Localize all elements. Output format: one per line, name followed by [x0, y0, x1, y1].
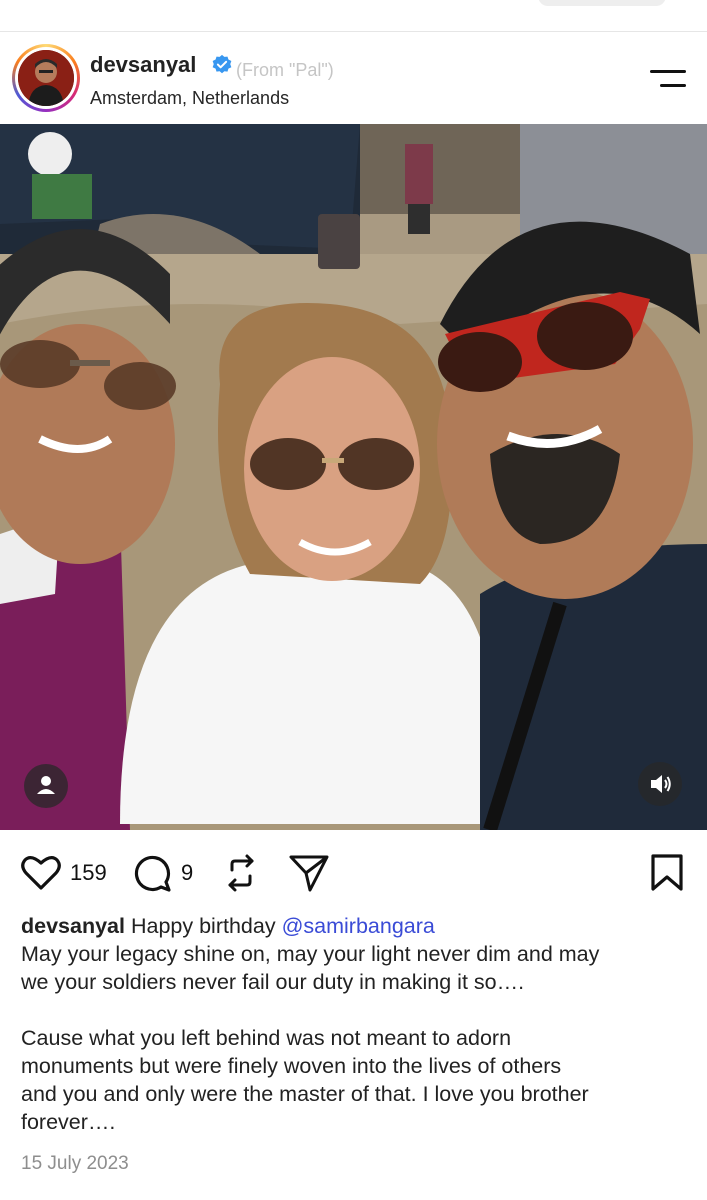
caption-line: forever…. — [21, 1110, 116, 1134]
top-bar — [0, 0, 707, 32]
avatar[interactable] — [12, 44, 80, 112]
post-actions: 159 9 — [0, 848, 707, 896]
tag-person-icon[interactable] — [24, 764, 68, 808]
like-count[interactable]: 159 — [70, 860, 107, 886]
caption-line: Cause what you left behind was not meant… — [21, 1026, 512, 1050]
verified-badge-icon — [212, 54, 232, 74]
post-image[interactable] — [0, 124, 707, 830]
post-header: devsanyal (From "Pal") Amsterdam, Nether… — [0, 32, 707, 124]
caption-line: May your legacy shine on, may your light… — [21, 942, 600, 966]
heart-icon[interactable] — [20, 854, 62, 892]
caption-username[interactable]: devsanyal — [21, 914, 125, 938]
sound-icon[interactable] — [638, 762, 682, 806]
bookmark-icon[interactable] — [650, 853, 684, 893]
repost-icon[interactable] — [222, 852, 260, 894]
post-location[interactable]: Amsterdam, Netherlands — [90, 88, 289, 109]
menu-icon[interactable] — [650, 68, 688, 90]
comment-icon[interactable] — [133, 854, 173, 894]
caption-text-start: Happy birthday — [130, 914, 276, 938]
caption-mention[interactable]: @samirbangara — [282, 914, 435, 938]
comment-count[interactable]: 9 — [181, 860, 193, 886]
top-bar-pill[interactable] — [538, 0, 666, 6]
caption-line: monuments but were finely woven into the… — [21, 1054, 562, 1078]
caption-line: we your soldiers never fail our duty in … — [21, 970, 525, 994]
post-caption: devsanyal Happy birthday @samirbangara M… — [21, 912, 691, 1136]
post-username[interactable]: devsanyal — [90, 52, 196, 78]
avatar-photo — [18, 50, 74, 106]
audio-hint: (From "Pal") — [236, 60, 334, 80]
caption-line: and you and only were the master of that… — [21, 1082, 589, 1106]
share-icon[interactable] — [288, 853, 330, 893]
post-date: 15 July 2023 — [21, 1153, 129, 1174]
